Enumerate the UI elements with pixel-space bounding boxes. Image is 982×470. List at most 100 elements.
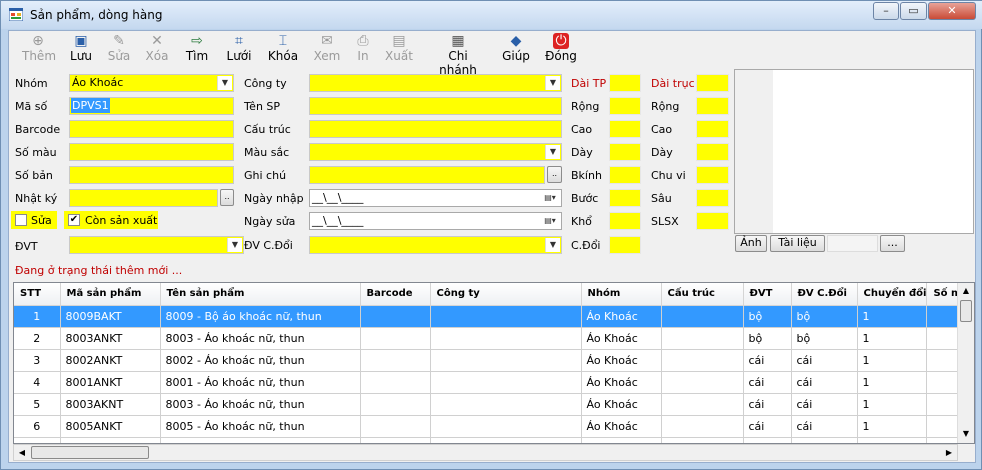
add-button[interactable]: ⊕ Thêm (22, 33, 56, 63)
column-header[interactable]: Chuyển đổi (857, 283, 928, 306)
calendar-icon[interactable]: ▤▾ (540, 191, 560, 205)
close-form-button[interactable]: ⏻ Đóng (544, 33, 578, 63)
branch-button[interactable]: ▦ Chi nhánh (428, 33, 488, 77)
column-header[interactable]: ĐV C.Đổi (791, 283, 858, 306)
delete-button[interactable]: ✕ Xóa (144, 33, 170, 63)
print-count-input[interactable] (69, 166, 234, 184)
table-cell: Mặc nhà (581, 437, 662, 443)
chevron-down-icon[interactable]: ▼ (217, 76, 232, 90)
horizontal-scroll-thumb[interactable] (31, 446, 149, 459)
close-button[interactable]: ✕ (928, 2, 976, 20)
chevron-down-icon[interactable]: ▼ (545, 145, 560, 159)
horizontal-scrollbar[interactable]: ◀ ▶ (13, 444, 958, 461)
group-label: Nhóm (15, 77, 48, 90)
note-input[interactable] (309, 166, 545, 184)
column-header[interactable]: Mã sản phẩm (60, 283, 161, 306)
unit-select[interactable]: ▼ (69, 236, 244, 254)
import-date-picker[interactable]: __\__\____ ▤▾ (309, 189, 562, 207)
height1-input[interactable] (609, 120, 641, 138)
edit-check-area[interactable]: Sửa (11, 211, 57, 229)
column-header[interactable]: Cấu trúc (661, 283, 744, 306)
export-button[interactable]: ▤ Xuất (384, 33, 414, 63)
edit-date-picker[interactable]: __\__\____ ▤▾ (309, 212, 562, 230)
image-button[interactable]: Ảnh (735, 235, 767, 252)
table-cell: Áo Khoác (581, 305, 662, 328)
edit-button[interactable]: ✎ Sửa (107, 33, 131, 63)
chevron-down-icon[interactable]: ▼ (227, 238, 242, 252)
conversion-input[interactable] (609, 236, 641, 254)
code-input[interactable]: DPVS1 (69, 97, 234, 115)
width1-input[interactable] (609, 97, 641, 115)
image-preview-panel (734, 69, 974, 234)
table-row[interactable]: 6 8005ANKT 8005 - Áo khoác nữ, thun Áo Khoá… (14, 415, 970, 438)
product-name-input[interactable] (309, 97, 562, 115)
length-axis-input[interactable] (696, 74, 729, 92)
perimeter-input[interactable] (696, 166, 729, 184)
table-row[interactable]: 5 8003AKNT 8003 - Áo khoác nữ, thun Áo Khoá… (14, 393, 970, 416)
table-row[interactable]: 71120BHNT1120 - Bộ đồ mặc nhà, thun Mặc n… (14, 437, 970, 443)
help-button[interactable]: ◆ Giúp (501, 33, 531, 63)
save-button[interactable]: ▣ Lưu (67, 33, 95, 63)
view-button[interactable]: ✉ Xem (313, 33, 341, 63)
grid-button[interactable]: ⌗ Lưới (223, 33, 255, 63)
scroll-up-icon[interactable]: ▲ (959, 284, 973, 298)
title-bar[interactable]: Sản phẩm, dòng hàng – ▭ ✕ (1, 1, 982, 29)
scroll-right-icon[interactable]: ▶ (942, 446, 956, 459)
column-header[interactable]: Tên sản phẩm (160, 283, 361, 306)
group-select[interactable]: Áo Khoác ▼ (69, 74, 234, 92)
note-more-button[interactable]: .. (547, 166, 562, 183)
column-header[interactable]: Barcode (360, 283, 431, 306)
grid-header-row: STT Mã sản phẩm Tên sản phẩm Barcode Công ty… (14, 283, 970, 306)
step-input[interactable] (609, 189, 641, 207)
color-count-input[interactable] (69, 143, 234, 161)
browse-button[interactable]: ... (880, 235, 905, 252)
chevron-down-icon[interactable]: ▼ (545, 76, 560, 90)
vertical-scrollbar[interactable]: ▲ ▼ (957, 283, 974, 443)
structure-input[interactable] (309, 120, 562, 138)
width2-input[interactable] (696, 97, 729, 115)
company-select[interactable]: ▼ (309, 74, 562, 92)
table-cell: 8001 - Áo khoác nữ, thun (160, 371, 361, 394)
log-input[interactable] (69, 189, 218, 207)
product-grid[interactable]: STT Mã sản phẩm Tên sản phẩm Barcode Công ty… (13, 282, 975, 444)
in-production-checkbox[interactable]: ✔ (68, 214, 80, 226)
minimize-button[interactable]: – (873, 2, 899, 20)
size-input[interactable] (609, 212, 641, 230)
column-header[interactable]: ĐVT (743, 283, 792, 306)
length-tp-input[interactable] (609, 74, 641, 92)
document-path-field[interactable] (827, 235, 878, 252)
maximize-button[interactable]: ▭ (900, 2, 927, 20)
radius-input[interactable] (609, 166, 641, 184)
length-tp-label: Dài TP (571, 77, 607, 90)
table-row[interactable]: 4 8001ANKT 8001 - Áo khoác nữ, thun Áo Khoá… (14, 371, 970, 394)
color-select[interactable]: ▼ (309, 143, 562, 161)
depth-input[interactable] (696, 189, 729, 207)
thickness1-input[interactable] (609, 143, 641, 161)
thickness2-input[interactable] (696, 143, 729, 161)
search-button[interactable]: ⇨ Tìm (184, 33, 210, 63)
in-production-check-area[interactable]: ✔ Còn sản xuất (64, 211, 158, 229)
calendar-icon[interactable]: ▤▾ (540, 214, 560, 228)
barcode-input[interactable] (69, 120, 234, 138)
conversion-unit-select[interactable]: ▼ (309, 236, 562, 254)
column-header[interactable]: Nhóm (581, 283, 662, 306)
vertical-scroll-thumb[interactable] (960, 300, 972, 322)
edit-checkbox[interactable] (15, 214, 27, 226)
table-cell: Áo Khoác (581, 393, 662, 416)
log-more-button[interactable]: .. (220, 189, 234, 206)
power-icon: ⏻ (553, 33, 569, 49)
lock-button[interactable]: ⌶ Khóa (266, 33, 300, 63)
chevron-down-icon[interactable]: ▼ (545, 238, 560, 252)
scroll-down-icon[interactable]: ▼ (959, 427, 973, 441)
column-header[interactable]: Công ty (430, 283, 582, 306)
table-row[interactable]: 2 8003ANKT 8003 - Áo khoác nữ, thun Áo Khoá… (14, 327, 970, 350)
print-button[interactable]: ⎙ In (352, 33, 374, 63)
height2-input[interactable] (696, 120, 729, 138)
table-row[interactable]: 1 8009BAKT 8009 - Bộ áo khoác nữ, thun Áo K… (14, 305, 970, 328)
table-row[interactable]: 3 8002ANKT 8002 - Áo khoác nữ, thun Áo Khoá… (14, 349, 970, 372)
scroll-left-icon[interactable]: ◀ (15, 446, 29, 459)
product-name-label: Tên SP (244, 100, 281, 113)
column-header[interactable]: STT (14, 283, 61, 306)
production-qty-input[interactable] (696, 212, 729, 230)
document-button[interactable]: Tài liệu (770, 235, 825, 252)
